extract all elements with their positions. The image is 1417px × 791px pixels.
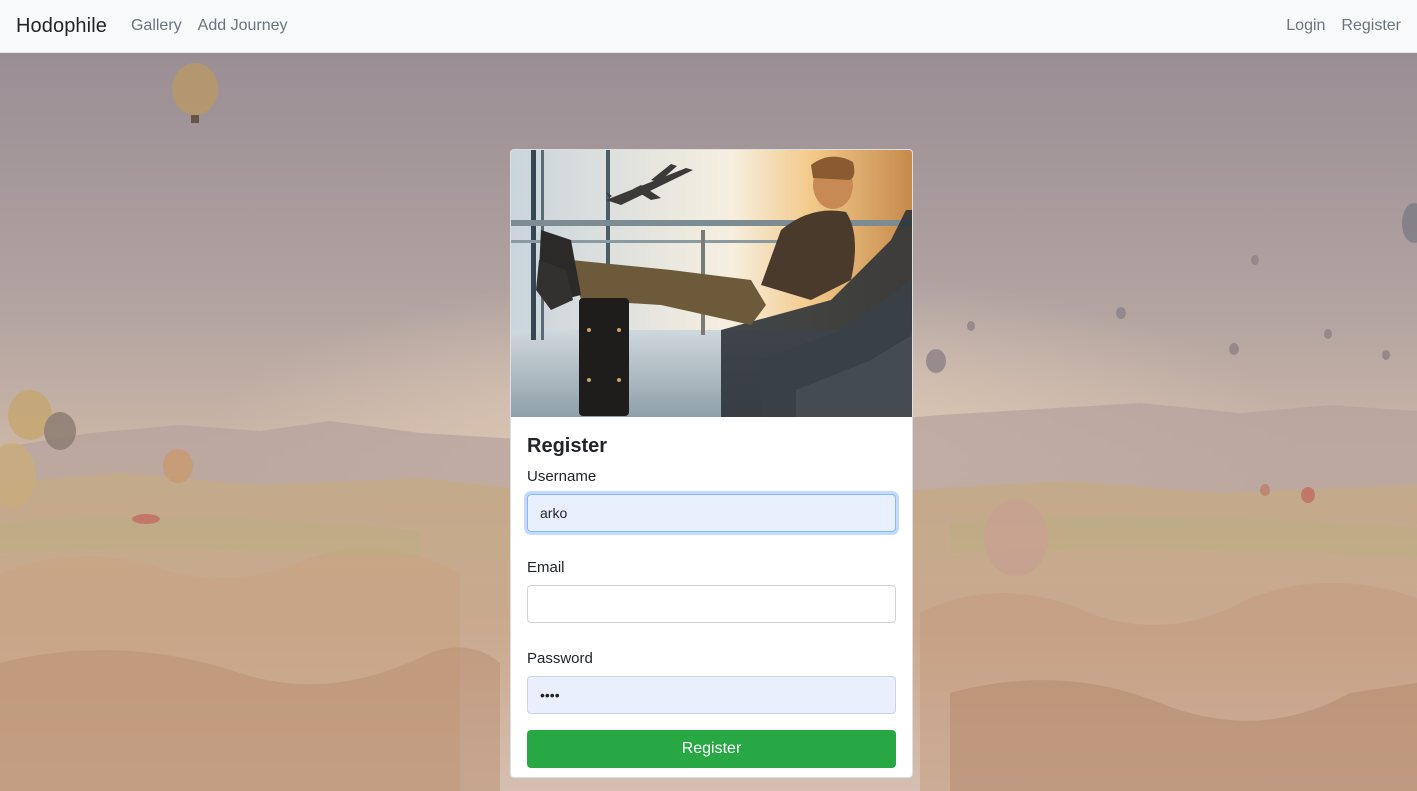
nav-right: Login Register xyxy=(1270,17,1401,35)
card-body: Register Username Email Password Registe… xyxy=(511,417,912,768)
form-title: Register xyxy=(527,435,608,457)
nav-link-add-journey[interactable]: Add Journey xyxy=(198,17,288,35)
nav-link-login[interactable]: Login xyxy=(1286,17,1325,35)
email-input[interactable] xyxy=(527,585,896,623)
email-label: Email xyxy=(527,559,565,576)
register-card: Register Username Email Password Registe… xyxy=(510,149,913,778)
nav-link-register[interactable]: Register xyxy=(1341,17,1401,35)
register-button[interactable]: Register xyxy=(527,730,896,768)
navbar: Hodophile Gallery Add Journey Login Regi… xyxy=(0,0,1417,53)
nav-link-gallery[interactable]: Gallery xyxy=(131,17,182,35)
username-label: Username xyxy=(527,468,597,485)
password-label: Password xyxy=(527,650,593,667)
username-input[interactable] xyxy=(527,494,896,532)
traveler-airport-image xyxy=(511,150,912,417)
brand-link[interactable]: Hodophile xyxy=(16,15,107,38)
password-input[interactable] xyxy=(527,676,896,714)
